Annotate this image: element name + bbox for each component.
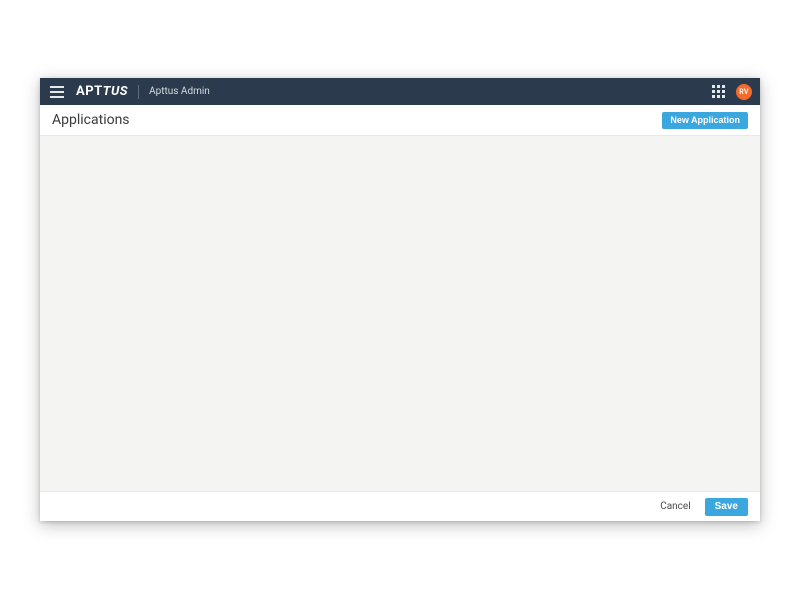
brand-logo: APTTUS — [76, 84, 128, 99]
brand-suffix: TUS — [103, 84, 128, 99]
app-window: APTTUS Apttus Admin RV Applications New … — [40, 78, 760, 521]
save-button[interactable]: Save — [705, 498, 748, 516]
footer-bar: Cancel Save — [40, 491, 760, 521]
cancel-button[interactable]: Cancel — [660, 501, 690, 512]
apps-grid-icon[interactable] — [712, 85, 726, 99]
new-application-button[interactable]: New Application — [662, 112, 748, 129]
menu-icon[interactable] — [50, 84, 66, 100]
page-header: Applications New Application — [40, 105, 760, 136]
top-bar: APTTUS Apttus Admin RV — [40, 78, 760, 105]
divider — [138, 85, 139, 99]
avatar[interactable]: RV — [736, 84, 752, 100]
brand-prefix: APT — [76, 84, 103, 99]
content-area — [40, 136, 760, 491]
page-title: Applications — [52, 112, 130, 128]
context-title: Apttus Admin — [149, 86, 210, 97]
